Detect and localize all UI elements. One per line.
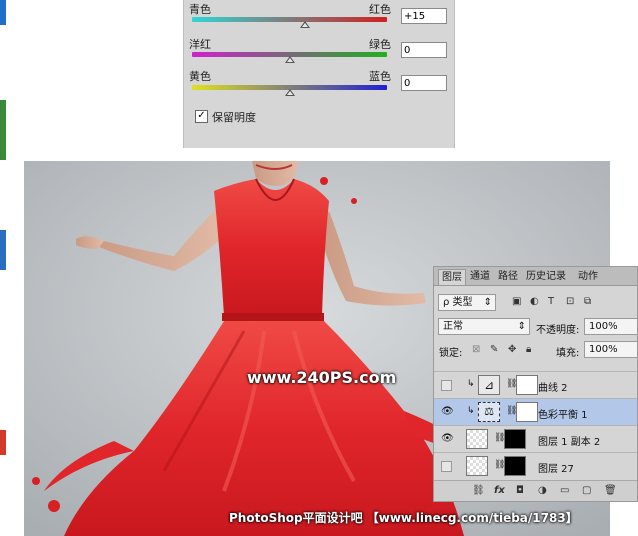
curves-adjustment-icon: ⊿ (478, 375, 500, 395)
lock-all-icon[interactable]: 🔒︎ (526, 344, 531, 355)
clip-arrow-icon: ↳ (467, 406, 475, 416)
color-balance-panel: 青色 红色 +15 洋红 绿色 0 黄色 蓝色 0 ✓ 保留明度 (183, 0, 455, 148)
layers-panel-footer: ⛓ fx ◘ ◑ ▭ ▢ 🗑︎ (434, 480, 637, 501)
fill-label: 填充: (556, 348, 580, 359)
new-layer-icon[interactable]: ▢ (582, 485, 591, 496)
layer-mask-thumbnail[interactable] (504, 456, 526, 476)
slider-3-right-label: 蓝色 (369, 70, 391, 83)
layer-mask-thumbnail[interactable] (516, 375, 538, 395)
magenta-green-slider-thumb[interactable] (284, 56, 295, 63)
slider-2-left-label: 洋红 (189, 38, 211, 51)
edge-strip-green (0, 100, 6, 160)
tab-actions[interactable]: 动作 (575, 269, 601, 284)
layer-filter-label: ρ 类型 (443, 297, 473, 308)
layer-name-layer-27[interactable]: 图层 27 (538, 460, 574, 475)
layer-name-curves-2[interactable]: 曲线 2 (538, 379, 568, 394)
lock-image-icon[interactable]: ✎ (490, 344, 498, 355)
tab-history[interactable]: 历史记录 (523, 269, 569, 284)
layer-mask-thumbnail[interactable] (516, 402, 538, 422)
filter-type-icon[interactable]: T (548, 296, 554, 307)
clip-arrow-icon: ↳ (467, 379, 475, 389)
blend-mode-value: 正常 (443, 321, 463, 332)
layer-row-layer-27[interactable]: ⛓ 图层 27 (434, 452, 637, 479)
layers-panel-tabs: 图层 通道 路径 历史记录 动作 (434, 267, 637, 286)
lock-position-icon[interactable]: ✥ (508, 344, 516, 355)
blend-mode-select[interactable]: 正常 ⇕ (438, 318, 530, 335)
slider-1-left-label: 青色 (189, 3, 211, 16)
cyan-red-input[interactable]: +15 (401, 8, 447, 24)
edge-strip-red (0, 430, 6, 455)
yellow-blue-slider-thumb[interactable] (284, 89, 295, 96)
yellow-blue-input[interactable]: 0 (401, 75, 447, 91)
layer-mask-thumbnail[interactable] (504, 429, 526, 449)
slider-1-right-label: 红色 (369, 3, 391, 16)
filter-smart-object-icon[interactable]: ⧉ (584, 296, 591, 307)
tab-layers[interactable]: 图层 (438, 269, 466, 285)
layer-name-layer-1-copy-2[interactable]: 图层 1 副本 2 (538, 433, 600, 448)
filter-adjustment-icon[interactable]: ◐ (530, 296, 539, 307)
site-watermark: www.240PS.com (247, 368, 397, 387)
layer-thumbnail[interactable] (466, 429, 488, 449)
edge-strip-blue (0, 0, 6, 25)
preserve-luminosity-label: 保留明度 (212, 111, 256, 124)
layer-thumbnail[interactable] (466, 456, 488, 476)
color-balance-adjustment-icon: ⚖ (478, 402, 500, 422)
slider-3-left-label: 黄色 (189, 70, 211, 83)
visibility-toggle-off[interactable] (441, 380, 452, 391)
chevron-updown-icon: ⇕ (483, 297, 492, 308)
chevron-updown-icon: ⇕ (517, 321, 526, 332)
fx-icon[interactable]: fx (494, 485, 505, 496)
trash-icon[interactable]: 🗑︎ (604, 485, 617, 496)
lock-transparent-icon[interactable]: ⊠ (472, 344, 480, 355)
edge-strip-blue-2 (0, 230, 6, 270)
layer-filter-select[interactable]: ρ 类型 ⇕ (438, 294, 496, 311)
cyan-red-slider[interactable] (192, 17, 387, 22)
opacity-input[interactable]: 100% (584, 318, 637, 335)
fill-input[interactable]: 100% (584, 341, 637, 358)
layer-row-color-balance-1[interactable]: 👁︎ ↳ ⚖ ⛓ 色彩平衡 1 (434, 398, 637, 425)
link-icon[interactable]: ⛓ (472, 485, 485, 496)
visibility-toggle-off[interactable] (441, 461, 452, 472)
folder-icon[interactable]: ▭ (560, 485, 569, 496)
layers-panel: 图层 通道 路径 历史记录 动作 ρ 类型 ⇕ ▣ ◐ T ⊡ ⧉ 正常 ⇕ 不… (433, 266, 638, 502)
eye-icon[interactable]: 👁︎ (441, 433, 454, 445)
cyan-red-slider-thumb[interactable] (300, 21, 311, 28)
slider-2-right-label: 绿色 (369, 38, 391, 51)
filter-pixel-icon[interactable]: ▣ (512, 296, 521, 307)
filter-shape-icon[interactable]: ⊡ (566, 296, 574, 307)
magenta-green-input[interactable]: 0 (401, 42, 447, 58)
layer-name-color-balance-1[interactable]: 色彩平衡 1 (538, 406, 588, 421)
layer-row-layer-1-copy-2[interactable]: 👁︎ ⛓ 图层 1 副本 2 (434, 425, 637, 452)
layer-row-curves-2[interactable]: ↳ ⊿ ⛓ 曲线 2 (434, 371, 637, 398)
lock-label: 锁定: (439, 348, 463, 359)
footer-watermark: PhotoShop平面设计吧 【www.linecg.com/tieba/178… (229, 511, 578, 525)
tab-channels[interactable]: 通道 (467, 269, 493, 284)
eye-icon[interactable]: 👁︎ (441, 406, 454, 418)
opacity-label: 不透明度: (536, 325, 580, 336)
adjustment-icon[interactable]: ◑ (538, 485, 547, 496)
mask-icon[interactable]: ◘ (516, 485, 524, 496)
tab-paths[interactable]: 路径 (495, 269, 521, 284)
preserve-luminosity-checkbox[interactable]: ✓ (195, 110, 208, 123)
